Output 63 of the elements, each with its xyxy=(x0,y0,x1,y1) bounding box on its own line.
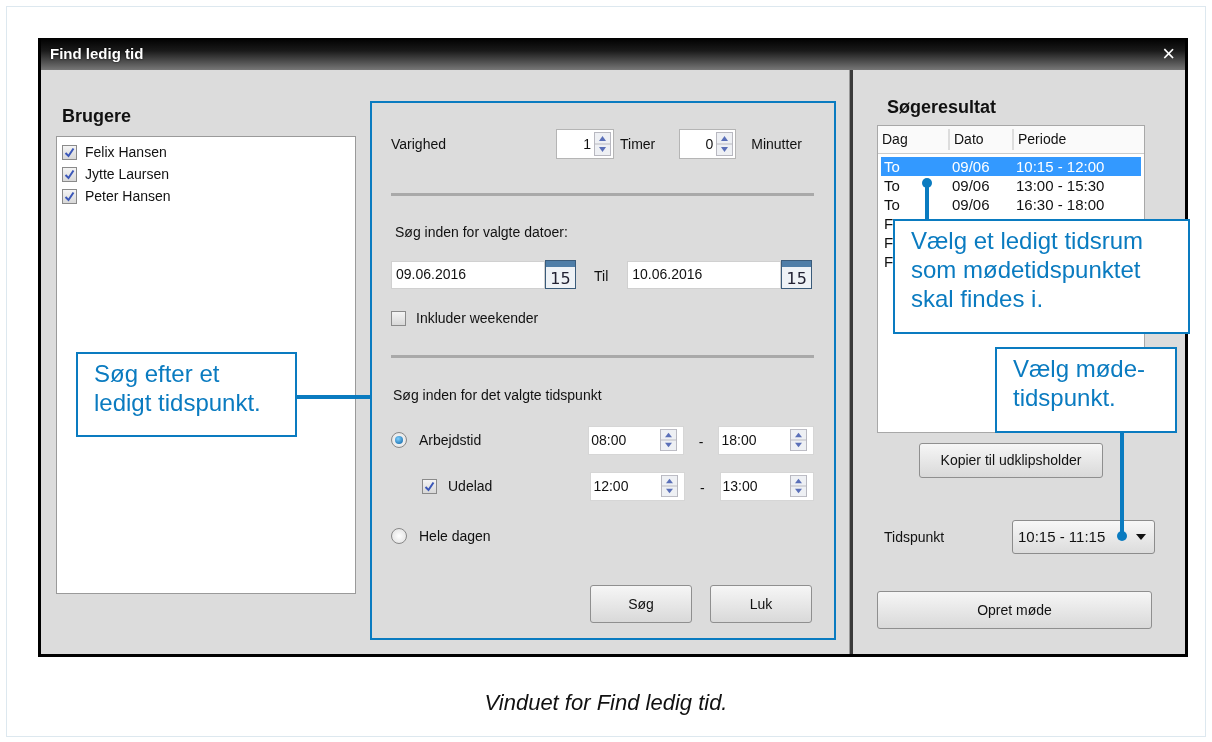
checkbox[interactable] xyxy=(62,166,77,182)
result-row[interactable]: F xyxy=(881,252,895,271)
figure-caption: Vinduet for Find ledig tid. xyxy=(483,689,729,717)
callout-text: Vælg møde-tidspunkt. xyxy=(995,347,1177,433)
radio-button[interactable] xyxy=(391,432,407,448)
result-row[interactable]: F xyxy=(881,214,895,233)
time-field[interactable]: 12:00 xyxy=(590,471,685,501)
unit-label: Timer xyxy=(620,134,656,154)
column-header[interactable]: Dag xyxy=(878,129,950,150)
checkbox[interactable] xyxy=(62,188,77,204)
radio-button[interactable] xyxy=(391,528,407,544)
spinner-arrows-icon[interactable] xyxy=(660,475,678,497)
unit-label: Minutter xyxy=(751,134,802,154)
checkbox-label: Inkluder weekender xyxy=(416,309,539,328)
field-label: Varighed xyxy=(391,134,447,154)
field-label: Søg inden for valgte datoer: xyxy=(395,223,569,242)
dialog-button[interactable]: Luk xyxy=(710,585,812,623)
radio-label: Arbejdstid xyxy=(419,430,483,450)
spinner-arrows-icon[interactable] xyxy=(716,132,734,156)
date-field[interactable]: 10.06.2016 xyxy=(627,260,782,289)
number-spinner[interactable]: 1 xyxy=(556,129,614,159)
field-label: Søg inden for det valgte tidspunkt xyxy=(393,386,603,405)
create-button[interactable]: Opret møde xyxy=(877,591,1152,629)
range-separator: - xyxy=(699,478,705,498)
checkbox[interactable] xyxy=(391,311,406,326)
callout-text: Vælg et ledigt tidsrum som mødetidspunktet skal findes i. xyxy=(893,219,1190,334)
column-header[interactable]: Dato xyxy=(950,129,1014,150)
section-title: Brugere xyxy=(62,105,133,128)
checkbox[interactable] xyxy=(62,144,77,160)
time-field[interactable]: 18:00 xyxy=(718,425,814,455)
field-label: Til xyxy=(594,267,609,286)
date-field[interactable]: 09.06.2016 xyxy=(391,260,545,289)
time-dropdown[interactable]: 10:15 - 11:15 xyxy=(1012,520,1155,554)
result-row[interactable]: To 09/06 16:30 - 18:00 xyxy=(881,195,1141,214)
user-name: Felix Hansen xyxy=(85,142,167,162)
result-row[interactable]: F xyxy=(881,233,895,252)
result-row[interactable]: To 09/06 13:00 - 15:30 xyxy=(881,176,1141,195)
checkbox[interactable] xyxy=(422,478,437,494)
field-label: Tidspunkt xyxy=(884,527,945,547)
spinner-arrows-icon[interactable] xyxy=(659,429,677,451)
spinner-arrows-icon[interactable] xyxy=(790,475,807,497)
spinner-arrows-icon[interactable] xyxy=(594,132,611,156)
caret-icon xyxy=(1136,534,1146,540)
calendar-button[interactable]: 15 xyxy=(781,260,813,289)
close-button[interactable]: × xyxy=(1162,43,1175,65)
copy-button[interactable]: Kopier til udklipsholder xyxy=(919,443,1103,478)
section-title: Søgeresultat xyxy=(887,96,998,119)
user-name: Jytte Laursen xyxy=(85,164,170,184)
leader-dot xyxy=(1117,531,1127,541)
leader-dot xyxy=(922,178,932,188)
time-field[interactable]: 08:00 xyxy=(588,425,684,455)
radio-label: Hele dagen xyxy=(419,526,492,546)
spinner-arrows-icon[interactable] xyxy=(790,429,807,451)
user-name: Peter Hansen xyxy=(85,186,171,206)
calendar-button[interactable]: 15 xyxy=(545,260,576,289)
range-separator: - xyxy=(698,432,704,452)
number-spinner[interactable]: 0 xyxy=(679,129,737,159)
dialog-button[interactable]: Søg xyxy=(590,585,692,623)
column-header[interactable]: Periode xyxy=(1014,129,1067,150)
checkbox-label: Udelad xyxy=(448,476,494,496)
time-field[interactable]: 13:00 xyxy=(719,471,814,501)
callout-text: Søg efter et ledigt tidspunkt. xyxy=(76,352,297,437)
window-title: Find ledig tid xyxy=(50,43,144,64)
